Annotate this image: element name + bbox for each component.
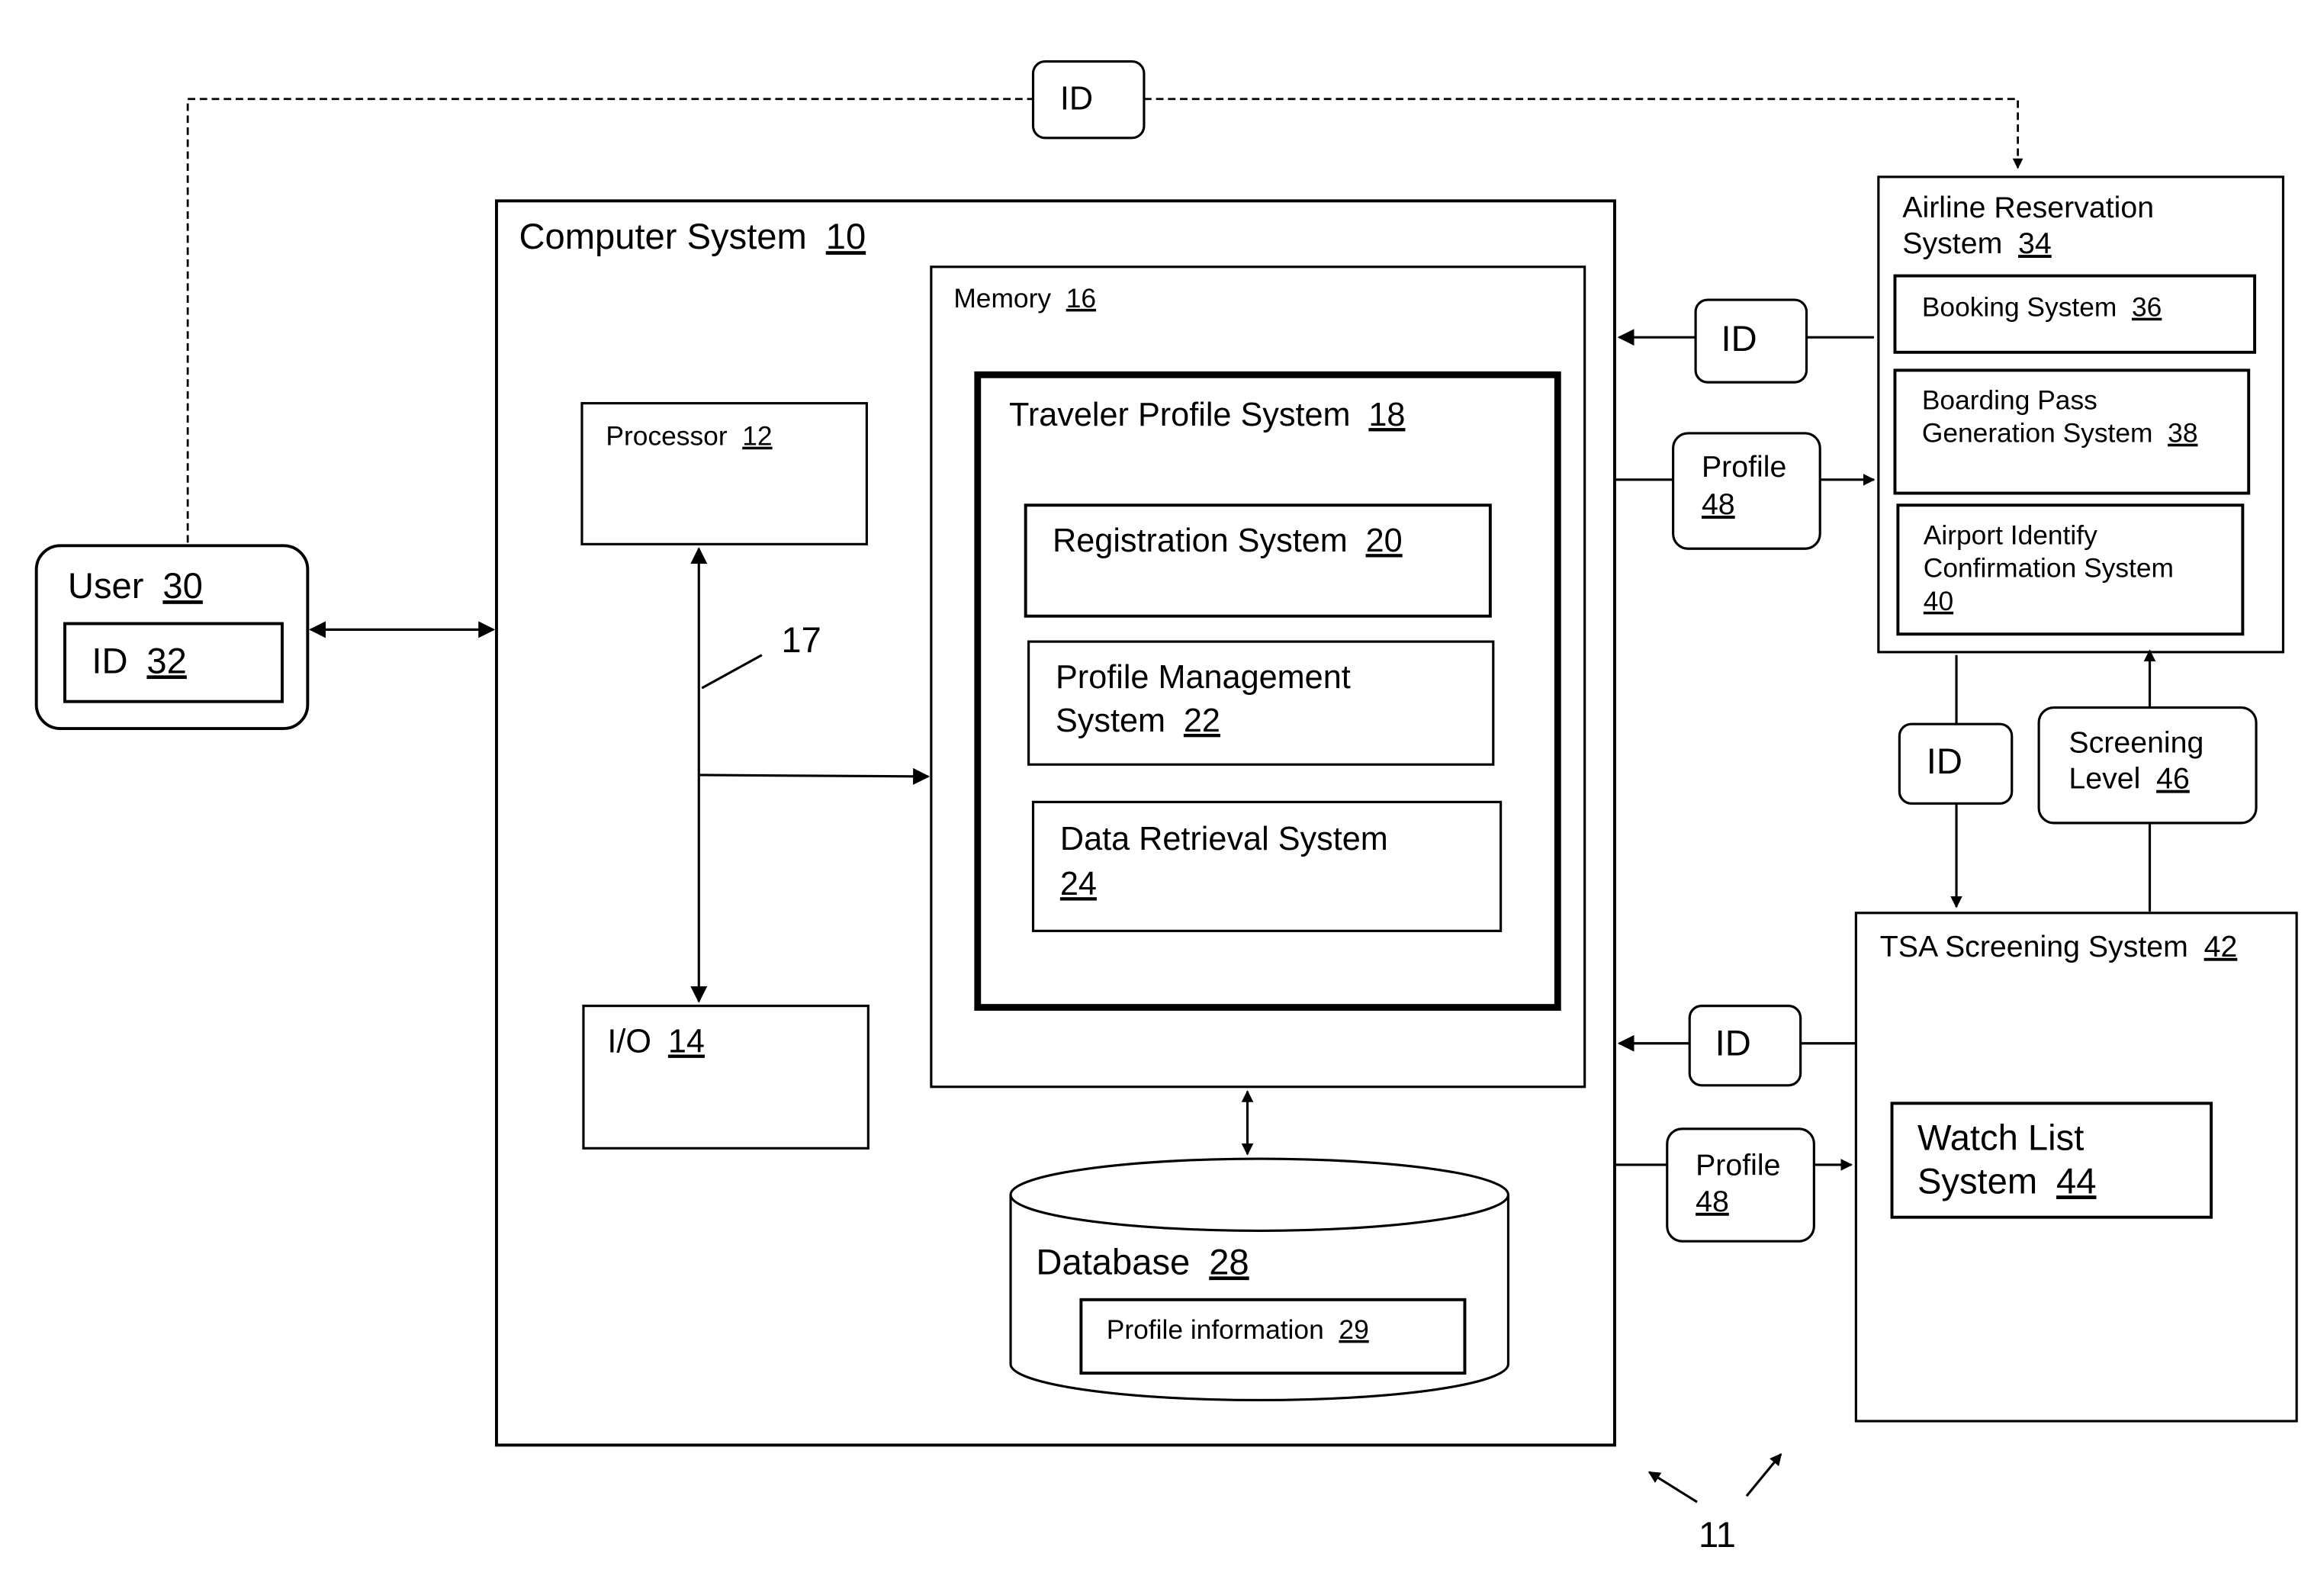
overall-ref-arrow-left (1647, 1471, 1698, 1504)
svg-text:Database 28: Database 28 (1036, 1241, 1249, 1282)
screening-level-label-1: Screening (2068, 726, 2203, 760)
database-ref: 28 (1209, 1241, 1249, 1282)
airport-identify-confirmation-system: Airport Identify Confirmation System 40 (1896, 503, 2245, 636)
processor-ref: 12 (742, 422, 772, 452)
airline-profile-token: Profile 48 (1672, 432, 1821, 550)
boarding-pass-ref: 38 (2168, 419, 2197, 449)
boarding-pass-label-2: Generation System (1922, 419, 2153, 449)
svg-text:TSA Screening System 42: TSA Screening System 42 (1880, 930, 2238, 963)
svg-text:System 22: System 22 (1056, 703, 1220, 739)
tsa-profile-token: Profile 48 (1666, 1127, 1815, 1243)
screening-level-label-2: Level (2068, 762, 2140, 796)
airline-to-tsa-id-token: ID (1898, 722, 2014, 805)
computer-system-ref: 10 (826, 216, 866, 256)
booking-system-label: Booking System (1922, 293, 2117, 323)
watch-list-system: Watch List System 44 (1890, 1102, 2213, 1219)
overall-ref-label: 11 (1699, 1514, 1736, 1555)
screening-level-ref: 46 (2156, 762, 2190, 796)
io-box: I/O 14 (582, 1005, 869, 1150)
top-id-token-label: ID (1060, 80, 1093, 117)
user-ref: 30 (162, 565, 202, 606)
data-retrieval-system-label: Data Retrieval System (1060, 821, 1388, 857)
boarding-pass-label-1: Boarding Pass (1922, 385, 2097, 415)
user-id-label: ID (92, 640, 127, 680)
computer-system-label: Computer System (519, 216, 806, 256)
memory-label: Memory (953, 284, 1051, 314)
svg-text:Traveler Profile System: Traveler Profile System 18 (1009, 397, 1405, 433)
tsa-profile-token-ref: 48 (1696, 1185, 1729, 1218)
tsa-id-token-label: ID (1715, 1022, 1751, 1063)
io-ref: 14 (668, 1024, 705, 1060)
airport-identify-label-2: Confirmation System (1924, 554, 2174, 584)
svg-text:User 30: User 30 (68, 565, 203, 606)
memory-ref: 16 (1066, 284, 1096, 314)
system-diagram: ID Computer System 10 User 30 ID 32 Proc… (34, 59, 2298, 1555)
traveler-profile-system-label: Traveler Profile System (1009, 397, 1351, 433)
profile-management-system-ref: 22 (1184, 703, 1220, 739)
bus-label: 17 (781, 619, 821, 660)
airline-reservation-ref: 34 (2018, 227, 2052, 260)
airline-profile-token-label: Profile (1702, 450, 1786, 484)
svg-text:System 34: System 34 (1902, 227, 2051, 260)
boarding-pass-generation-system: Boarding Pass Generation System 38 (1893, 368, 2251, 495)
svg-text:System 44: System 44 (1917, 1160, 2097, 1201)
bus-to-memory (699, 767, 931, 785)
airline-reservation-label-2: System (1902, 227, 2002, 260)
tsa-screening-system-ref: 42 (2204, 930, 2238, 963)
data-retrieval-system-ref: 24 (1060, 866, 1097, 902)
svg-text:Computer System 10: Computer System 10 (519, 216, 866, 256)
svg-text:Memory 16: Memory 16 (953, 284, 1096, 314)
user-box: User 30 ID 32 (34, 544, 310, 731)
airport-identify-label-1: Airport Identify (1924, 520, 2097, 550)
watch-list-system-ref: 44 (2056, 1160, 2096, 1201)
top-id-token: ID (1031, 59, 1146, 140)
svg-text:Processor 12: Processor 12 (606, 422, 772, 452)
tsa-profile-token-label: Profile (1696, 1149, 1780, 1182)
tsa-id-token: ID (1688, 1005, 1802, 1087)
processor-label: Processor (606, 422, 727, 452)
screening-level-token: Screening Level 46 (2037, 706, 2258, 825)
watch-list-system-label-2: System (1917, 1160, 2037, 1201)
registration-system: Registration System 20 (1024, 503, 1492, 618)
booking-system-ref: 36 (2132, 293, 2162, 323)
svg-text:Registration System 20: Registration System 20 (1053, 523, 1403, 559)
processor-box: Processor 12 (580, 402, 868, 545)
airport-identify-ref: 40 (1924, 587, 1953, 616)
airline-id-token: ID (1694, 298, 1808, 384)
airline-id-token-label: ID (1721, 318, 1757, 359)
user-label: User (68, 565, 144, 606)
airline-reservation-label-1: Airline Reservation (1902, 191, 2154, 224)
traveler-profile-system-ref: 18 (1368, 397, 1405, 433)
database-cylinder: Database 28 Profile information 29 (1009, 1157, 1510, 1402)
svg-text:I/O 14: I/O 14 (607, 1024, 705, 1060)
data-retrieval-system: Data Retrieval System 24 (1031, 800, 1503, 932)
database-label: Database (1036, 1241, 1190, 1282)
svg-text:Profile information 29: Profile information 29 (1107, 1315, 1369, 1345)
overall-ref-arrow-right (1745, 1452, 1782, 1497)
airline-to-tsa-id-token-label: ID (1927, 741, 1962, 781)
tsa-screening-system-label: TSA Screening System (1880, 930, 2188, 963)
svg-text:Generation System 38: Generation System 38 (1922, 419, 2198, 449)
profile-information-label: Profile information (1107, 1315, 1324, 1345)
profile-management-system-label-1: Profile Management (1056, 659, 1351, 696)
user-id-ref: 32 (146, 640, 186, 680)
registration-system-label: Registration System (1053, 523, 1348, 559)
io-label: I/O (607, 1024, 651, 1060)
booking-system: Booking System 36 (1893, 274, 2257, 354)
watch-list-system-label-1: Watch List (1917, 1117, 2084, 1157)
profile-management-system: Profile Management System 22 (1027, 640, 1495, 766)
registration-system-ref: 20 (1366, 523, 1403, 559)
airline-profile-token-ref: 48 (1702, 487, 1735, 521)
svg-text:Level 46: Level 46 (2068, 762, 2189, 796)
profile-information-ref: 29 (1339, 1315, 1368, 1345)
profile-management-system-label-2: System (1056, 703, 1165, 739)
